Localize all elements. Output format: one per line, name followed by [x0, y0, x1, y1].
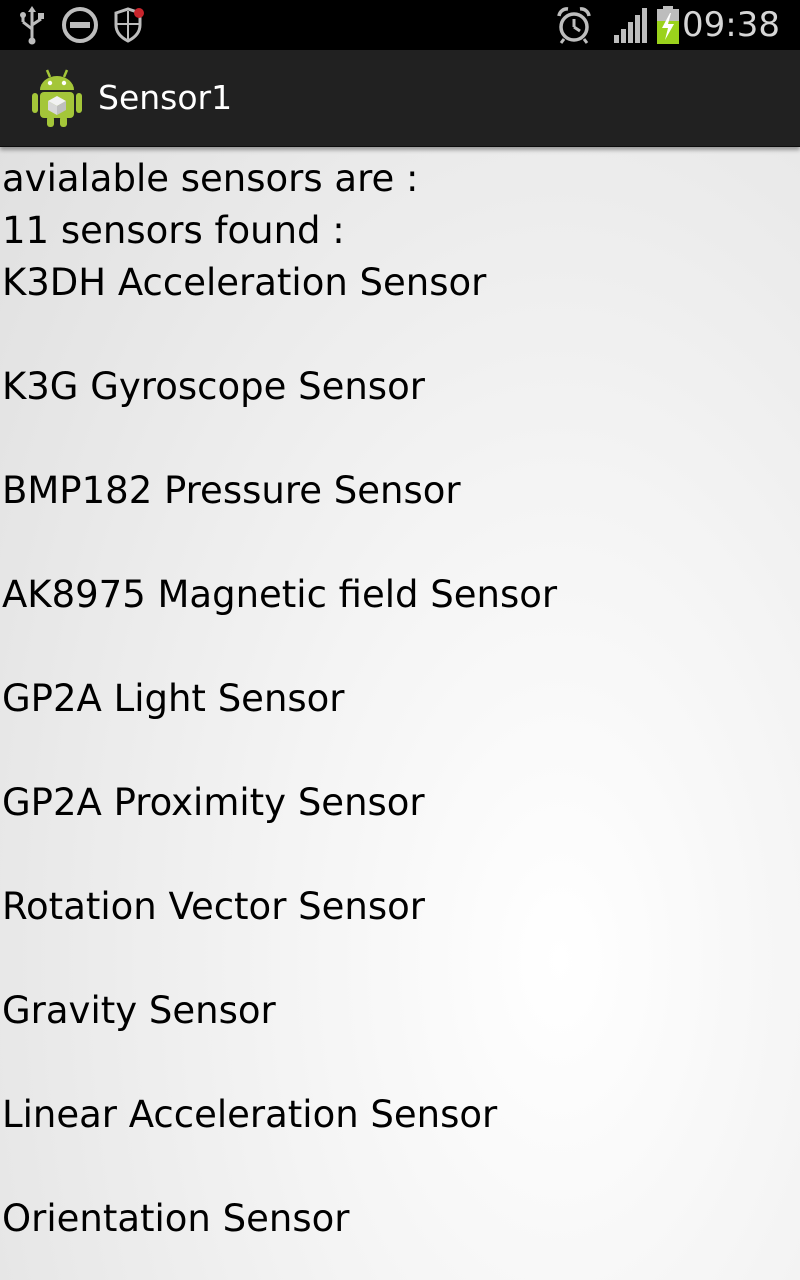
security-shield-icon	[114, 7, 144, 43]
sensor-count-text: 11 sensors found :	[2, 209, 345, 252]
signal-icon	[614, 8, 647, 43]
android-app-icon[interactable]	[30, 68, 84, 128]
sensor-item: BMP182 Pressure Sensor	[2, 469, 461, 512]
sensor-item: Gravity Sensor	[2, 989, 276, 1032]
sensor-item: K3G Gyroscope Sensor	[2, 365, 425, 408]
sensor-list-text: avialable sensors are : 11 sensors found…	[2, 153, 798, 1280]
alarm-icon	[557, 7, 591, 44]
clock-time: 09:38	[682, 5, 780, 45]
header-text: avialable sensors are :	[2, 157, 419, 200]
usb-icon	[20, 6, 44, 45]
sensor-item: K3DH Acceleration Sensor	[2, 261, 487, 304]
sensor-item: AK8975 Magnetic field Sensor	[2, 573, 558, 616]
screen: 09:38 Sensor1 avialable sensors are : 11…	[0, 0, 800, 1280]
sensor-item: Rotation Vector Sensor	[2, 885, 425, 928]
do-not-disturb-icon	[62, 7, 98, 43]
sensor-item: Linear Acceleration Sensor	[2, 1093, 498, 1136]
action-bar: Sensor1	[0, 50, 800, 147]
sensor-item: GP2A Proximity Sensor	[2, 781, 425, 824]
status-bar: 09:38	[0, 0, 800, 50]
battery-charging-icon	[657, 6, 679, 44]
sensor-item: GP2A Light Sensor	[2, 677, 345, 720]
sensor-item: Orientation Sensor	[2, 1197, 350, 1240]
app-title: Sensor1	[98, 78, 233, 117]
